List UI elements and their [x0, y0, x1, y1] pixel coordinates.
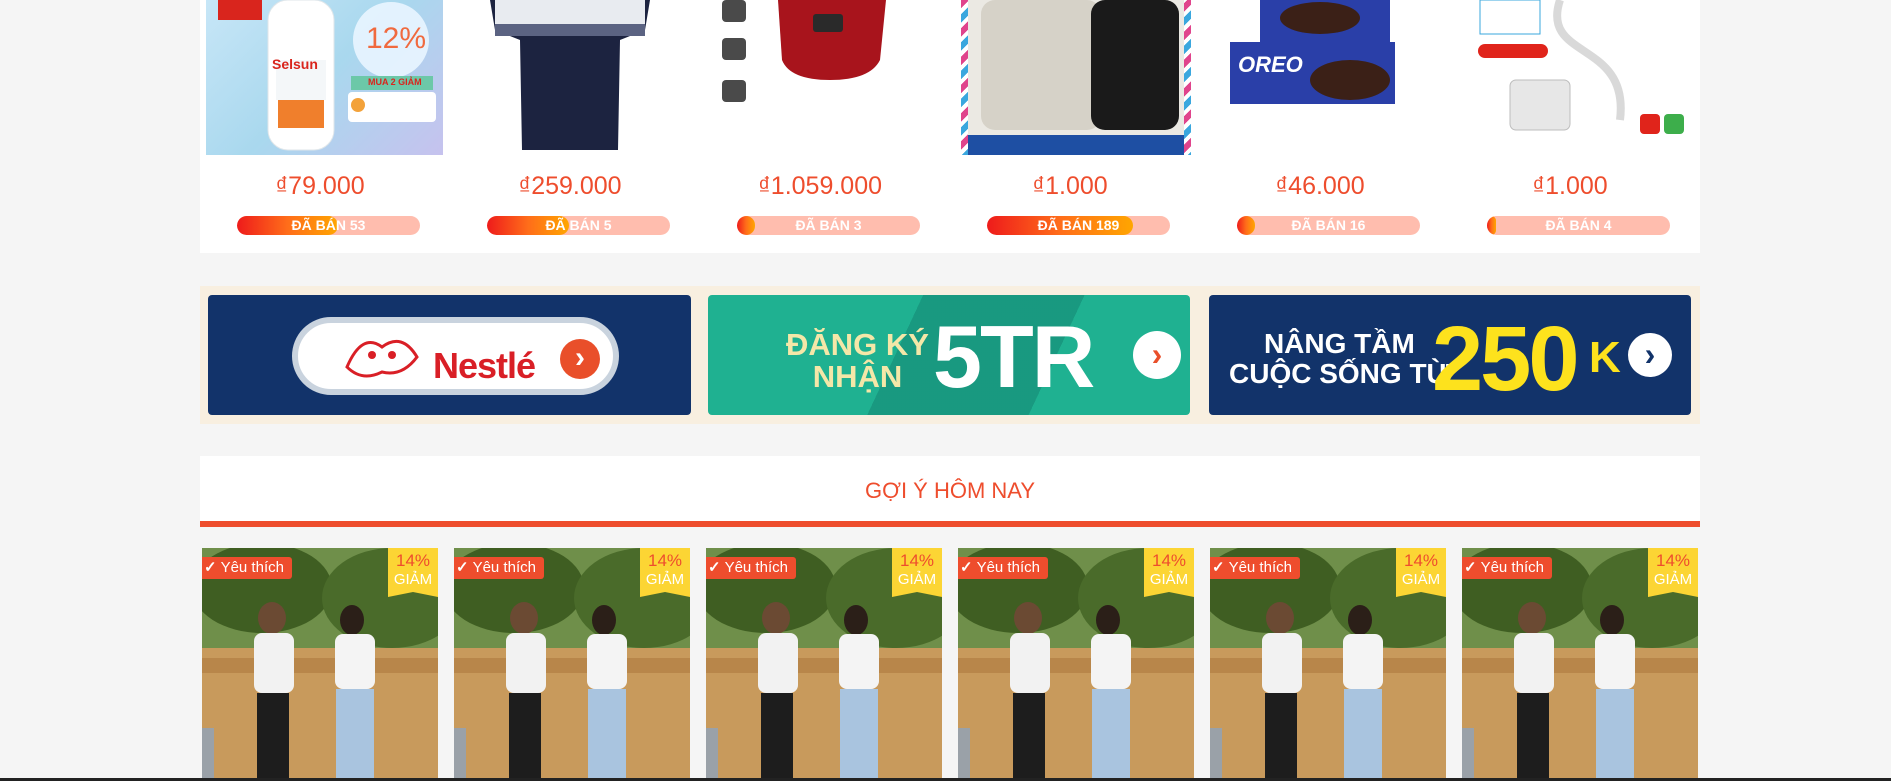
discount-label: GIẢM	[1401, 571, 1441, 588]
sold-count-label: ĐÃ BÁN 5	[545, 217, 612, 233]
flash-sale-price: ₫259.000	[518, 172, 622, 200]
discount-percent: 14%	[1403, 551, 1439, 570]
discount-badge: 14% GIẢM	[640, 548, 690, 597]
discount-label: GIẢM	[1149, 571, 1189, 588]
nestle-logo-pill: Nestlé ›	[292, 317, 619, 395]
discount-percent: 14%	[1151, 551, 1187, 570]
daily-discover-title: GỢI Ý HÔM NAY	[864, 478, 1036, 503]
discount-label: GIẢM	[897, 571, 937, 588]
nestle-wordmark: Nestlé	[433, 345, 536, 386]
sold-progress-bar: ĐÃ BÁN 53	[237, 216, 420, 235]
product-card[interactable]: ✓ Yêu thích 14% GIẢM	[1210, 548, 1446, 781]
life-upgrade-banner[interactable]: NÂNG TẦM CUỘC SỐNG TỪ 250 K ›	[1209, 295, 1691, 415]
check-icon: ✓	[960, 559, 973, 576]
chevron-right-icon: ›	[1133, 331, 1181, 379]
flash-sale-price: ₫46.000	[1275, 172, 1365, 200]
daily-discover-header[interactable]: GỢI Ý HÔM NAY	[200, 456, 1700, 527]
sold-progress-bar: ĐÃ BÁN 16	[1237, 216, 1420, 235]
discount-badge: 14% GIẢM	[1144, 548, 1194, 597]
discount-badge: 14% GIẢM	[388, 548, 438, 597]
product-card[interactable]: ✓ Yêu thích 14% GIẢM	[1462, 548, 1698, 781]
banner-line-2: NHẬN	[812, 359, 903, 394]
flash-sale-item[interactable]: ₫1.000 ĐÃ BÁN 189	[950, 0, 1191, 253]
favorite-label: Yêu thích	[472, 559, 536, 576]
oreo-brand-text: OREO	[1238, 52, 1303, 77]
selsun-discount-badge: 12%	[366, 22, 427, 55]
check-icon: ✓	[456, 559, 469, 576]
product-card[interactable]: ✓ Yêu thích 14% GIẢM	[958, 548, 1194, 781]
favorite-badge: ✓ Yêu thích	[958, 557, 1048, 579]
check-icon: ✓	[708, 559, 721, 576]
product-card[interactable]: ✓ Yêu thích 14% GIẢM	[454, 548, 690, 781]
sold-progress-bar: ĐÃ BÁN 3	[737, 216, 920, 235]
sold-count-label: ĐÃ BÁN 53	[291, 217, 366, 233]
usb-cable-image[interactable]	[1450, 0, 1690, 155]
selsun-promo-text: MUA 2 GIẢM	[368, 77, 422, 87]
flash-sale-item[interactable]: ₫259.000 ĐÃ BÁN 5	[450, 0, 690, 253]
banner-big-text: 5TR	[933, 307, 1095, 406]
banner-big-text: 250	[1432, 308, 1579, 410]
sold-count-label: ĐÃ BÁN 16	[1291, 217, 1366, 233]
discount-label: GIẢM	[645, 571, 685, 588]
flash-sale-item[interactable]: ₫1.000 ĐÃ BÁN 4	[1450, 0, 1690, 253]
flash-sale-price: ₫1.000	[1032, 172, 1108, 200]
nestle-banner[interactable]: Nestlé ›	[208, 295, 691, 415]
discount-percent: 14%	[1655, 551, 1691, 570]
banner-line-2: CUỘC SỐNG TỪ	[1229, 358, 1450, 389]
rice-cooker-image[interactable]	[700, 0, 937, 155]
flash-sale-price: ₫1.000	[1532, 172, 1608, 200]
flash-sale-price: ₫1.059.000	[757, 172, 883, 200]
banner-small-text: NÂNG TẦM CUỘC SỐNG TỪ	[1229, 329, 1450, 389]
iphone-case-image[interactable]	[961, 0, 1191, 155]
nestle-bird-logo-icon	[345, 339, 419, 378]
selsun-shampoo-image[interactable]: Selsun 12% MUA 2 GIẢM	[206, 0, 443, 155]
discount-badge: 14% GIẢM	[1648, 548, 1698, 597]
product-card[interactable]: ✓ Yêu thích 14% GIẢM	[202, 548, 438, 781]
sold-progress-bar: ĐÃ BÁN 4	[1487, 216, 1670, 235]
sold-count-label: ĐÃ BÁN 4	[1545, 217, 1612, 233]
favorite-label: Yêu thích	[220, 559, 284, 576]
oreo-image[interactable]: OREO	[1200, 0, 1437, 155]
flash-sale-price: ₫79.000	[275, 172, 365, 200]
discount-percent: 14%	[395, 551, 431, 570]
sold-progress-bar: ĐÃ BÁN 189	[987, 216, 1170, 235]
favorite-label: Yêu thích	[976, 559, 1040, 576]
discount-label: GIẢM	[1653, 571, 1693, 588]
favorite-badge: ✓ Yêu thích	[454, 557, 544, 579]
sold-count-label: ĐÃ BÁN 189	[1037, 217, 1120, 233]
register-5tr-banner[interactable]: ĐĂNG KÝ NHẬN 5TR ›	[708, 295, 1190, 415]
product-card[interactable]: ✓ Yêu thích 14% GIẢM	[706, 548, 942, 781]
favorite-badge: ✓ Yêu thích	[202, 557, 292, 579]
chevron-right-icon: ›	[560, 339, 600, 379]
check-icon: ✓	[1464, 559, 1477, 576]
discount-badge: 14% GIẢM	[1396, 548, 1446, 597]
check-icon: ✓	[1212, 559, 1225, 576]
flash-sale-item[interactable]: Selsun 12% MUA 2 GIẢM ₫79.000 ĐÃ BÁN 53	[200, 0, 443, 253]
banner-line-1: ĐĂNG KÝ	[786, 327, 929, 362]
favorite-badge: ✓ Yêu thích	[1462, 557, 1552, 579]
sold-progress-bar: ĐÃ BÁN 5	[487, 216, 670, 235]
promo-banner-strip: Nestlé › ĐĂNG KÝ NHẬN 5TR › NÂNG TẦM CUỘ…	[200, 286, 1700, 424]
chevron-right-icon: ›	[1628, 333, 1672, 377]
banner-suffix-text: K	[1589, 333, 1621, 382]
discount-badge: 14% GIẢM	[892, 548, 942, 597]
polo-shirt-image[interactable]	[450, 0, 687, 155]
favorite-label: Yêu thích	[724, 559, 788, 576]
discount-percent: 14%	[899, 551, 935, 570]
discount-percent: 14%	[647, 551, 683, 570]
sold-count-label: ĐÃ BÁN 3	[795, 217, 862, 233]
discount-label: GIẢM	[393, 571, 433, 588]
selsun-brand-text: Selsun	[272, 56, 318, 72]
flash-sale-item[interactable]: ₫1.059.000 ĐÃ BÁN 3	[700, 0, 940, 253]
flash-sale-section: Selsun 12% MUA 2 GIẢM ₫79.000 ĐÃ BÁN 53 …	[200, 0, 1700, 253]
check-icon: ✓	[204, 559, 217, 576]
favorite-badge: ✓ Yêu thích	[1210, 557, 1300, 579]
favorite-badge: ✓ Yêu thích	[706, 557, 796, 579]
banner-line-1: NÂNG TẦM	[1263, 328, 1415, 359]
flash-sale-item[interactable]: OREO ₫46.000 ĐÃ BÁN 16	[1200, 0, 1440, 253]
page: Selsun 12% MUA 2 GIẢM ₫79.000 ĐÃ BÁN 53 …	[0, 0, 1891, 781]
favorite-label: Yêu thích	[1228, 559, 1292, 576]
favorite-label: Yêu thích	[1480, 559, 1544, 576]
banner-small-text: ĐĂNG KÝ NHẬN	[786, 329, 929, 393]
